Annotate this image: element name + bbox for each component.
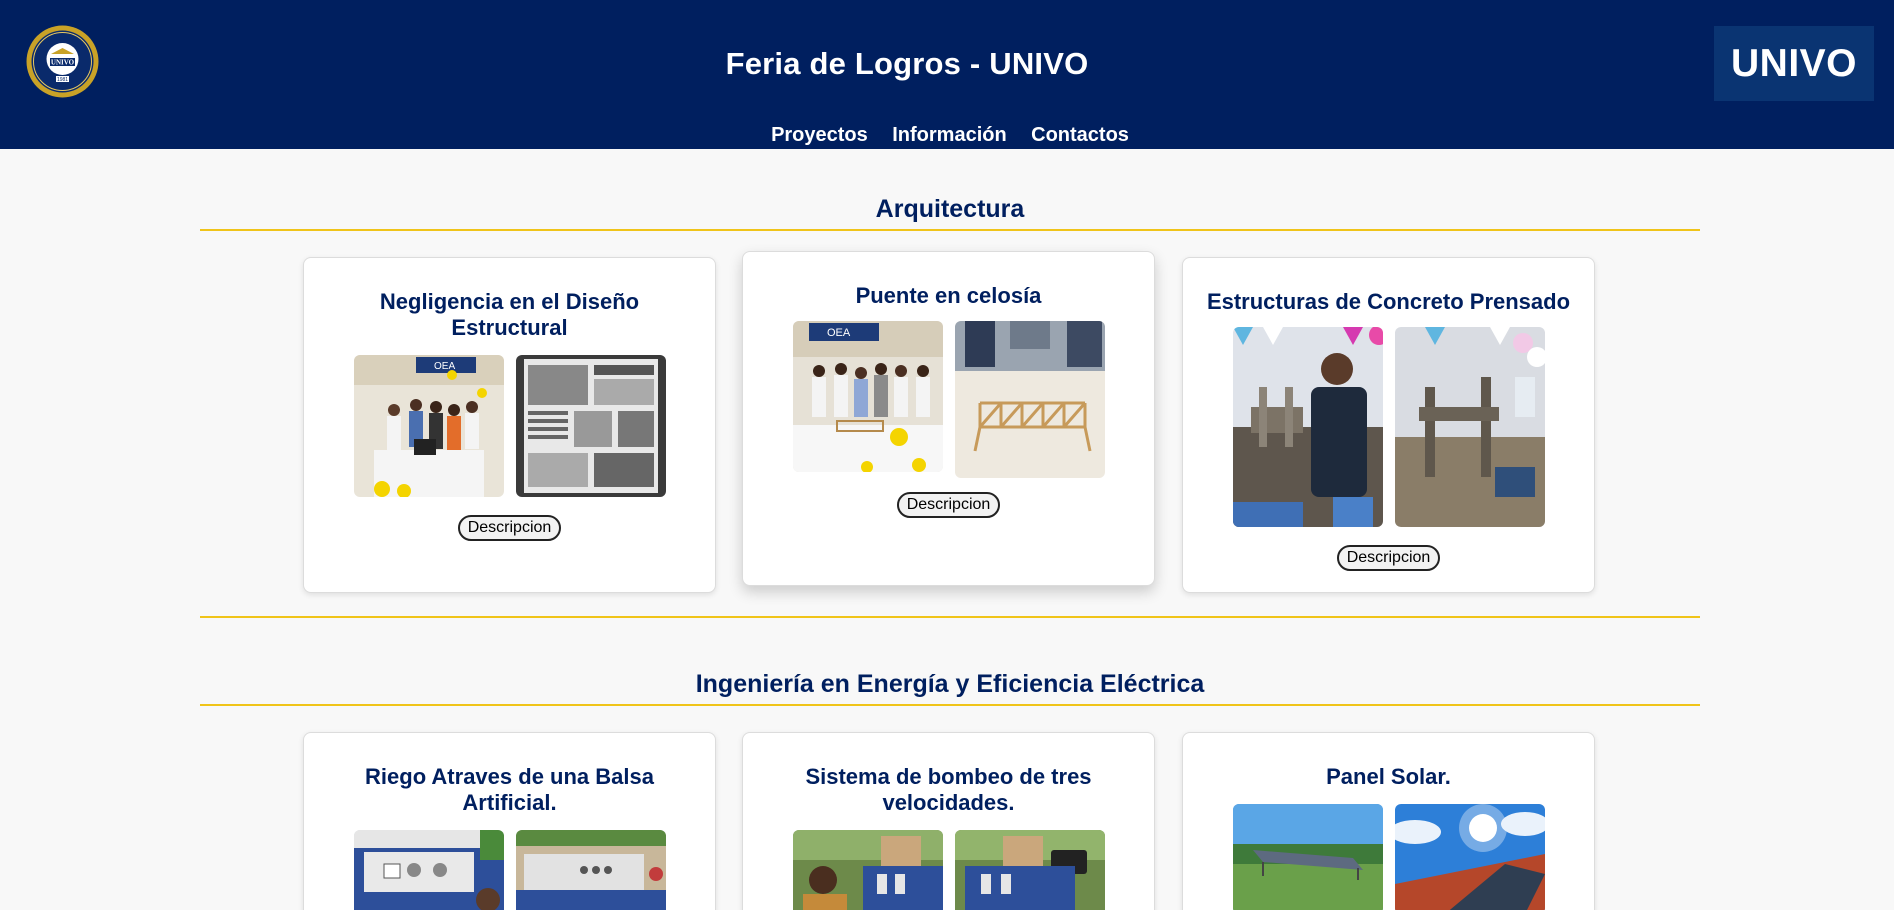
project-title: Puente en celosía (855, 283, 1042, 308)
page-title: Feria de Logros - UNIVO (725, 46, 1089, 81)
nav-link-informacion[interactable]: Información (892, 124, 1006, 146)
solar-field-photo[interactable] (1232, 804, 1383, 910)
project-title: Sistema de bombeo de tres velocidades. (805, 764, 1092, 815)
project-photo[interactable]: OEA (792, 321, 943, 472)
site-header: UNIVO 1981 Feria de Logros - UNIVO UNIVO… (0, 0, 1894, 149)
section-title-arquitectura: Arquitectura (875, 195, 1025, 223)
project-title: Riego Atraves de una Balsa Artificial. (365, 764, 654, 815)
project-card: Sistema de bombeo de tres velocidades. (742, 732, 1155, 910)
description-button[interactable]: Descripcion (457, 515, 562, 541)
project-card: Negligencia en el Diseño Estructural OEA (303, 257, 716, 593)
project-title: Negligencia en el Diseño Estructural (379, 289, 640, 340)
bridge-model-photo[interactable] (954, 321, 1105, 478)
nav-link-proyectos[interactable]: Proyectos (771, 124, 868, 146)
project-title: Estructuras de Concreto Prensado (1206, 289, 1571, 314)
description-button[interactable]: Descripcion (1336, 545, 1441, 571)
section-divider (200, 229, 1700, 231)
section-divider (200, 616, 1700, 618)
project-card: Puente en celosía OEA Descripcion (742, 251, 1155, 586)
project-card: Panel Solar. (1182, 732, 1595, 910)
brand-box[interactable]: UNIVO (1714, 26, 1874, 101)
concrete-model-photo[interactable] (1394, 327, 1545, 527)
project-photo[interactable] (1232, 327, 1383, 527)
project-title: Panel Solar. (1326, 764, 1451, 789)
section-title-energia: Ingeniería en Energía y Eficiencia Eléct… (695, 670, 1205, 698)
project-photo[interactable] (515, 830, 666, 910)
solar-roof-photo[interactable] (1394, 804, 1545, 910)
svg-text:OEA: OEA (827, 327, 851, 339)
description-button[interactable]: Descripcion (896, 492, 1001, 518)
section-divider (200, 704, 1700, 706)
project-card: Estructuras de Concreto Prensado Descrip… (1182, 257, 1595, 593)
project-card: Riego Atraves de una Balsa Artificial. (303, 732, 716, 910)
project-photo[interactable] (954, 830, 1105, 910)
project-photo[interactable]: OEA (353, 355, 504, 497)
project-photo[interactable] (792, 830, 943, 910)
project-poster-photo[interactable] (515, 355, 666, 497)
project-photo[interactable] (353, 830, 504, 910)
nav-link-contactos[interactable]: Contactos (1031, 124, 1129, 146)
main-nav: Proyectos Información Contactos (0, 124, 1894, 147)
